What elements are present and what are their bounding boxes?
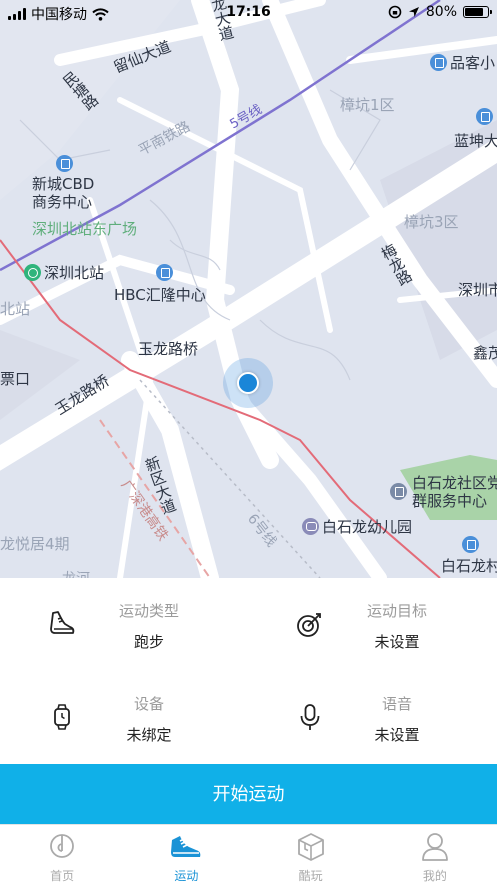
setting-value: 未设置	[374, 726, 420, 744]
map-label-baishilong-community: 白石龙社区党 群服务中心	[412, 474, 497, 510]
map-label-zhangkeng3: 樟坑3区	[404, 213, 459, 231]
setting-value: 跑步	[133, 633, 164, 651]
microphone-icon	[300, 704, 320, 730]
map-label-hbc: HBC汇隆中心	[114, 286, 206, 304]
battery-icon	[463, 6, 492, 18]
map-label-baishilong-kindergarten: 白石龙幼儿园	[302, 516, 412, 537]
map-label-yulong-bridge: 玉龙路桥	[138, 340, 199, 358]
tab-label: 我的	[422, 869, 447, 883]
map-label-shenzhen-north: 深圳北站	[24, 262, 104, 283]
kindergarten-icon	[302, 518, 319, 535]
setting-sport-goal[interactable]: 运动目标 未设置	[248, 578, 496, 671]
building-icon	[156, 264, 173, 281]
battery-level-fill	[465, 8, 483, 16]
setting-value: 未设置	[374, 633, 420, 651]
station-icon	[24, 264, 41, 281]
map-label-zhangkeng1: 樟坑1区	[340, 96, 395, 114]
map-label-baishilong-village: 白石龙村	[441, 557, 497, 575]
tab-label: 运动	[174, 869, 199, 883]
location-arrow-icon	[408, 7, 419, 17]
setting-device[interactable]: 设备 未绑定	[0, 671, 248, 764]
profile-icon	[421, 833, 448, 861]
map-label-longhe: 龙河	[62, 568, 90, 578]
setting-voice[interactable]: 语音 未设置	[248, 671, 496, 764]
building-icon	[476, 108, 493, 125]
setting-value: 未绑定	[126, 726, 172, 744]
tab-label: 酷玩	[298, 869, 323, 883]
map-view[interactable]: 留仙大道 民塘路 龙大道 品客小 樟坑1区 平南铁路 5号线 蓝坤大 新城CBD…	[0, 0, 497, 578]
home-icon	[50, 834, 75, 858]
map-label-north-square: 深圳北站东广场	[32, 220, 138, 238]
building-icon	[56, 155, 73, 172]
workout-settings-panel: 运动类型 跑步 运动目标 未设置 设备 未绑定 语音 未设置	[0, 578, 497, 764]
smartwatch-icon	[54, 704, 70, 730]
setting-label: 运动目标	[366, 602, 427, 620]
bottom-tab-bar: 首页 运动 酷玩 我的	[0, 824, 497, 883]
tab-label: 首页	[50, 869, 75, 883]
map-label-lankun: 蓝坤大	[454, 108, 497, 151]
cube-icon	[297, 833, 324, 861]
setting-label: 语音	[381, 695, 412, 713]
map-label-shenzhen-city: 深圳市	[458, 281, 497, 299]
start-workout-button[interactable]: 开始运动	[0, 764, 497, 824]
tab-mine[interactable]: 我的	[373, 825, 497, 883]
status-bar-right: 80%	[388, 4, 492, 20]
building-icon	[462, 536, 479, 553]
target-icon	[297, 613, 321, 637]
setting-label: 设备	[133, 695, 164, 713]
map-label-pinke: 品客小	[430, 52, 495, 73]
status-bar: 中国移动 17:16 80%	[0, 0, 497, 26]
setting-label: 运动类型	[118, 602, 179, 620]
tab-play[interactable]: 酷玩	[249, 825, 373, 883]
rotation-lock-icon	[388, 5, 402, 19]
map-label-xincheng: 新城CBD 商务中心	[32, 175, 95, 211]
setting-sport-type[interactable]: 运动类型 跑步	[0, 578, 248, 671]
tab-sport[interactable]: 运动	[124, 825, 248, 883]
tab-home[interactable]: 首页	[0, 825, 124, 883]
current-location-marker[interactable]	[237, 372, 259, 394]
map-label-longyueju: 龙悦居4期	[0, 535, 70, 553]
map-label-piaokou: 票口	[0, 370, 31, 388]
running-shoe-icon	[50, 611, 75, 634]
battery-percent: 80%	[425, 4, 457, 20]
building-icon	[430, 54, 447, 71]
shoe-icon	[171, 836, 201, 857]
app-screen: 留仙大道 民塘路 龙大道 品客小 樟坑1区 平南铁路 5号线 蓝坤大 新城CBD…	[0, 0, 497, 883]
map-label-xinchong: 鑫茂	[473, 344, 497, 362]
community-icon	[390, 483, 407, 500]
map-label-beizhan: 北站	[0, 300, 31, 318]
